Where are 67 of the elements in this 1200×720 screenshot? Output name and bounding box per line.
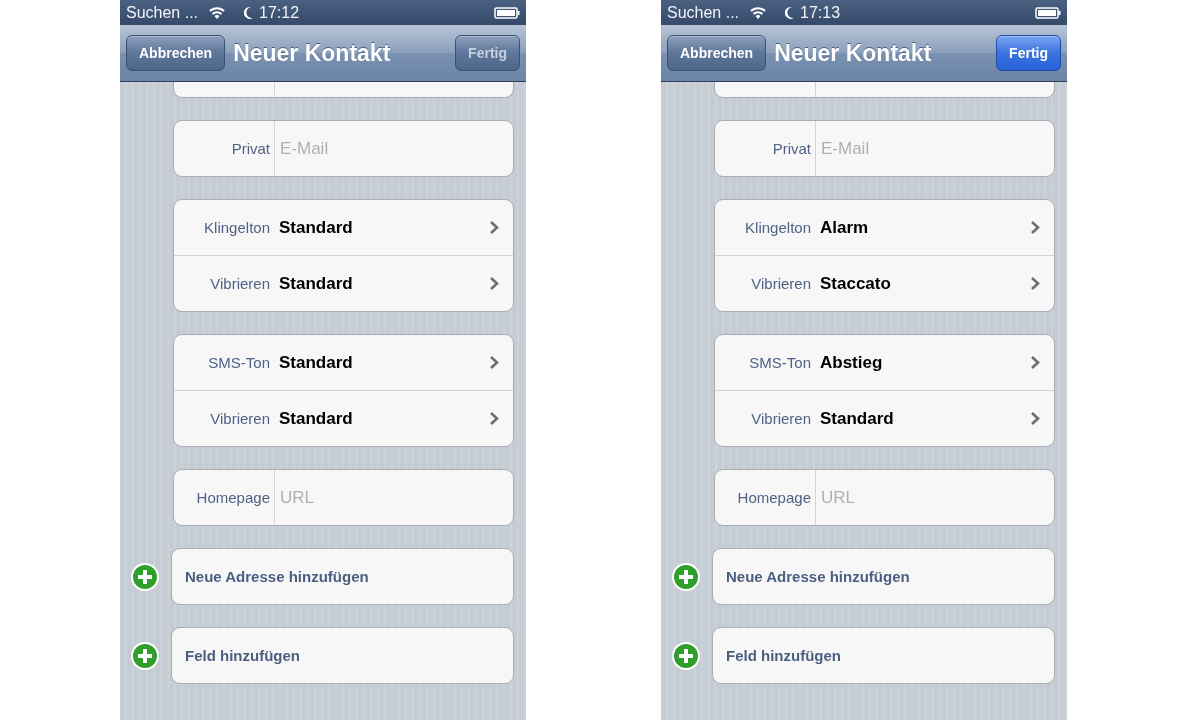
carrier-text: Suchen ... [667,3,740,22]
setting-value: Standard [819,408,895,429]
field-label: Klingelton [203,219,271,236]
setting-value: Standard [278,352,354,373]
plus-icon [671,640,701,671]
screen-title: Neuer Kontakt [774,39,932,67]
time-text: 17:13 [800,3,841,22]
form-field[interactable]: Homepage URL [714,469,1055,526]
plus-icon [130,561,160,592]
add-button[interactable]: Feld hinzufügen [712,627,1055,684]
input-field[interactable]: E-Mail [815,121,1054,176]
field-label: SMS-Ton [748,354,812,371]
plus-icon [130,640,160,671]
moon-icon [244,5,254,20]
form-field[interactable]: Privat E-Mail [173,120,514,177]
add-button[interactable]: Neue Adresse hinzufügen [171,548,514,605]
field-label: Homepage [736,489,812,506]
setting-value: Abstieg [819,352,884,373]
time-text: 17:12 [259,3,300,22]
wifi-icon [208,6,227,19]
setting-row[interactable]: Klingelton Standard [174,200,513,255]
field-label: Vibrieren [750,275,812,292]
field-label: Homepage [195,489,271,506]
setting-row[interactable]: Vibrieren Standard [174,390,513,446]
setting-row[interactable]: SMS-Ton Standard [174,335,513,390]
chevron-icon [1030,355,1040,370]
chevron-icon [1030,220,1040,235]
chevron-icon [489,411,499,426]
field-label: Klingelton [744,219,812,236]
form-field[interactable]: Homepage URL [173,469,514,526]
add-button[interactable]: Neue Adresse hinzufügen [712,548,1055,605]
chevron-icon [489,220,499,235]
field-label: SMS-Ton [207,354,271,371]
field-label: Privat [230,140,271,157]
done-button[interactable]: Fertig [996,35,1061,71]
field-label: Vibrieren [209,410,271,427]
cancel-button[interactable]: Abbrechen [667,35,767,71]
chevron-icon [1030,276,1040,291]
field-label: Vibrieren [209,275,271,292]
battery-icon [494,6,520,19]
setting-value: Staccato [819,273,892,294]
carrier-text: Suchen ... [126,3,199,22]
wifi-icon [749,6,768,19]
chevron-icon [489,355,499,370]
input-field[interactable]: URL [815,470,1054,525]
setting-value: Standard [278,408,354,429]
setting-row[interactable]: SMS-Ton Abstieg [715,335,1054,390]
plus-icon [671,561,701,592]
setting-value: Standard [278,273,354,294]
add-button[interactable]: Feld hinzufügen [171,627,514,684]
field-label: Privat [771,140,812,157]
setting-value: Alarm [819,217,870,238]
input-field[interactable]: URL [274,470,513,525]
cancel-button[interactable]: Abbrechen [126,35,226,71]
screen-title: Neuer Kontakt [233,39,391,67]
chevron-icon [489,276,499,291]
input-field[interactable]: E-Mail [274,121,513,176]
chevron-icon [1030,411,1040,426]
setting-value: Standard [278,217,354,238]
setting-row[interactable]: Vibrieren Standard [715,390,1054,446]
battery-icon [1035,6,1061,19]
setting-row[interactable]: Klingelton Alarm [715,200,1054,255]
setting-row[interactable]: Vibrieren Staccato [715,255,1054,311]
form-field[interactable]: Privat E-Mail [714,120,1055,177]
moon-icon [785,5,795,20]
field-label: Vibrieren [750,410,812,427]
setting-row[interactable]: Vibrieren Standard [174,255,513,311]
